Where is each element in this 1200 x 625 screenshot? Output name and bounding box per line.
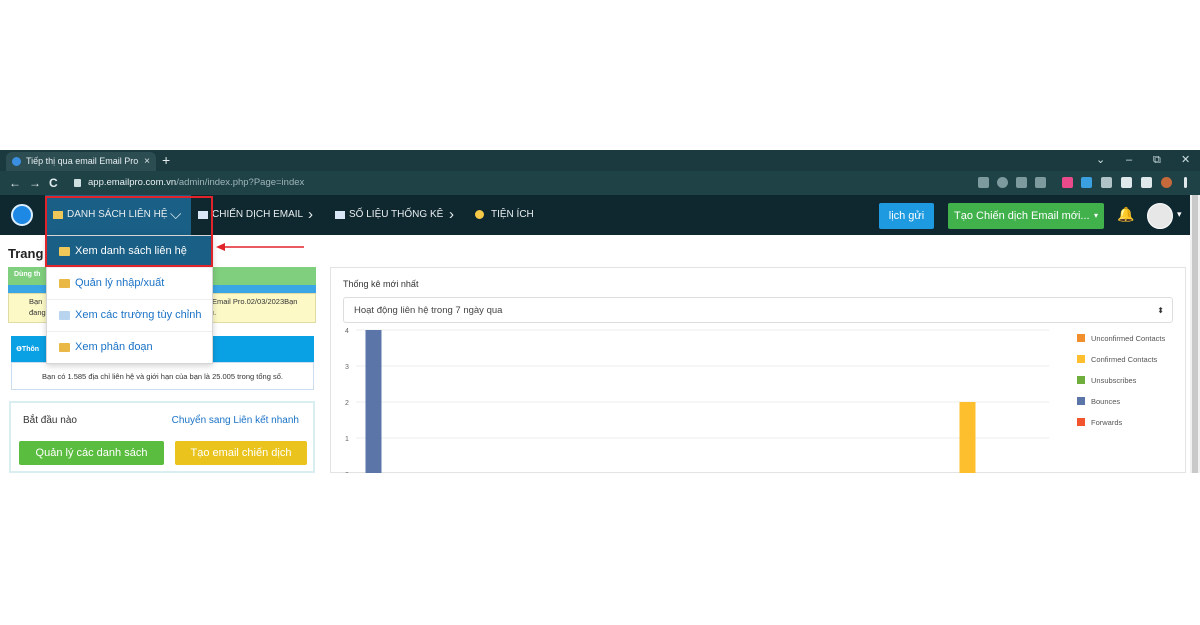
side-panel-icon[interactable] [1141, 177, 1152, 188]
user-avatar[interactable] [1147, 203, 1173, 229]
stats-period-select[interactable]: Hoạt động liên hệ trong 7 ngày qua ⬍ [343, 297, 1173, 323]
extension-icon[interactable] [1101, 177, 1112, 188]
caret-down-icon: ▾ [1093, 211, 1098, 220]
zoom-icon[interactable] [997, 177, 1008, 188]
close-window-button[interactable]: ✕ [1181, 150, 1190, 171]
url-host: app.emailpro.com.vn [88, 177, 177, 188]
legend-swatch [1077, 418, 1085, 426]
menu-item-custom-fields[interactable]: Xem các trường tùy chỉnh [47, 300, 212, 331]
bookmark-star-icon[interactable] [1035, 177, 1046, 188]
create-campaign-email-button[interactable]: Tạo email chiến dịch [175, 441, 307, 465]
legend-swatch [1077, 376, 1085, 384]
browser-tab-bar: Tiếp thị qua email Email Pro × + ⌄ – ⧉ ✕ [0, 150, 1200, 171]
bell-icon[interactable]: 🔔 [1117, 207, 1134, 221]
latest-stats-panel: Thống kê mới nhất Hoạt động liên hệ tron… [330, 267, 1186, 473]
extensions-puzzle-icon[interactable] [1121, 177, 1132, 188]
manage-lists-button[interactable]: Quản lý các danh sách [19, 441, 164, 465]
menu-dots-icon[interactable] [1184, 177, 1187, 188]
select-arrows-icon: ⬍ [1157, 306, 1164, 315]
contact-info-body: Bạn có 1.585 địa chỉ liên hệ và giới hạn… [11, 362, 314, 390]
nav-statistics[interactable]: SỐ LIỆU THỐNG KÊ [334, 195, 443, 235]
lightbulb-icon [475, 210, 484, 219]
profile-avatar-icon[interactable] [1161, 177, 1172, 188]
browser-tab[interactable]: Tiếp thị qua email Email Pro × [6, 152, 156, 171]
legend-label: Bounces [1091, 397, 1120, 406]
scrollbar-thumb[interactable] [1192, 195, 1198, 473]
y-tick-label: 3 [345, 364, 349, 371]
screenshot: Tiếp thị qua email Email Pro × + ⌄ – ⧉ ✕… [0, 150, 1200, 473]
page-scrollbar[interactable] [1190, 195, 1200, 473]
getting-started-label: Bắt đầu nào [23, 415, 77, 426]
envelope-icon [335, 211, 345, 219]
schedule-button[interactable]: lịch gửi [879, 203, 934, 229]
emailpro-logo-icon[interactable] [11, 204, 33, 226]
highlight-box [45, 196, 213, 267]
contact-info-title: ❶Thôn [16, 346, 40, 353]
annotation-arrow-icon [216, 243, 304, 251]
new-tab-button[interactable]: + [162, 150, 170, 171]
chevron-right-icon: › [308, 206, 313, 223]
tab-search-icon[interactable]: ⌄ [1096, 150, 1105, 171]
segments-icon [59, 343, 70, 352]
bar [365, 330, 382, 473]
getting-started-panel: Bắt đầu nào Chuyển sang Liên kết nhanh Q… [9, 401, 315, 473]
minimize-button[interactable]: – [1126, 150, 1132, 171]
restore-button[interactable]: ⧉ [1153, 150, 1161, 171]
legend-label: Unsubscribes [1091, 376, 1137, 385]
custom-fields-icon [59, 311, 70, 320]
legend-label: Unconfirmed Contacts [1091, 334, 1165, 343]
extension-icon[interactable] [1081, 177, 1092, 188]
url-path: /admin/index.php?Page=index [176, 177, 305, 188]
forward-button[interactable]: → [29, 171, 41, 195]
quick-links-link[interactable]: Chuyển sang Liên kết nhanh [172, 415, 299, 426]
chevron-right-icon: › [449, 206, 454, 223]
address-bar[interactable]: app.emailpro.com.vn/admin/index.php?Page… [68, 174, 978, 192]
lock-icon [74, 179, 81, 187]
menu-item-import-export[interactable]: Quản lý nhập/xuất [47, 268, 212, 299]
tab-close-icon[interactable]: × [144, 152, 150, 171]
create-campaign-label: Tạo Chiến dịch Email mới... [954, 210, 1090, 222]
caret-down-icon[interactable]: ▾ [1177, 209, 1182, 220]
menu-item-label: Quản lý nhập/xuất [75, 277, 165, 289]
menu-item-segments[interactable]: Xem phân đoạn [47, 332, 212, 363]
reload-button[interactable]: C [49, 171, 58, 195]
page-title: Trang [8, 246, 44, 261]
tab-title: Tiếp thị qua email Email Pro [26, 156, 139, 166]
legend-swatch [1077, 334, 1085, 342]
legend-swatch [1077, 397, 1085, 405]
extension-icon[interactable] [1062, 177, 1073, 188]
back-button[interactable]: ← [9, 171, 21, 195]
y-tick-label: 0 [345, 472, 349, 473]
y-tick-label: 1 [345, 436, 349, 443]
share-icon[interactable] [1016, 177, 1027, 188]
menu-item-label: Xem phân đoạn [75, 341, 153, 353]
nav-utilities-label: TIỆN ÍCH [491, 209, 534, 220]
stats-title: Thống kê mới nhất [343, 279, 419, 289]
notice-text: Email Pro.02/03/2023Bạn [212, 297, 298, 306]
browser-toolbar: ← → C app.emailpro.com.vn/admin/index.ph… [0, 171, 1200, 195]
bar [959, 402, 976, 473]
menu-item-label: Xem các trường tùy chỉnh [75, 309, 202, 321]
legend-swatch [1077, 355, 1085, 363]
nav-email-campaigns-label: CHIẾN DỊCH EMAIL [212, 209, 304, 220]
contact-activity-chart: 0 1 2 3 4 Unconfirmed Contacts Confirmed Conta… [345, 328, 1165, 473]
y-tick-label: 4 [345, 328, 349, 335]
emailpro-favicon-icon [12, 157, 21, 166]
trial-notice-title: Dùng th [14, 271, 41, 278]
notice-text: Bạn [29, 297, 43, 306]
legend-label: Confirmed Contacts [1091, 355, 1158, 364]
translate-icon[interactable] [978, 177, 989, 188]
stats-period-value: Hoạt động liên hệ trong 7 ngày qua [354, 305, 503, 316]
legend-label: Forwards [1091, 418, 1123, 427]
nav-statistics-label: SỐ LIỆU THỐNG KÊ [349, 209, 444, 220]
create-campaign-button[interactable]: Tạo Chiến dịch Email mới... ▾ [948, 203, 1104, 229]
y-tick-label: 2 [345, 400, 349, 407]
notice-text: đang [29, 308, 46, 317]
import-export-icon [59, 279, 70, 288]
